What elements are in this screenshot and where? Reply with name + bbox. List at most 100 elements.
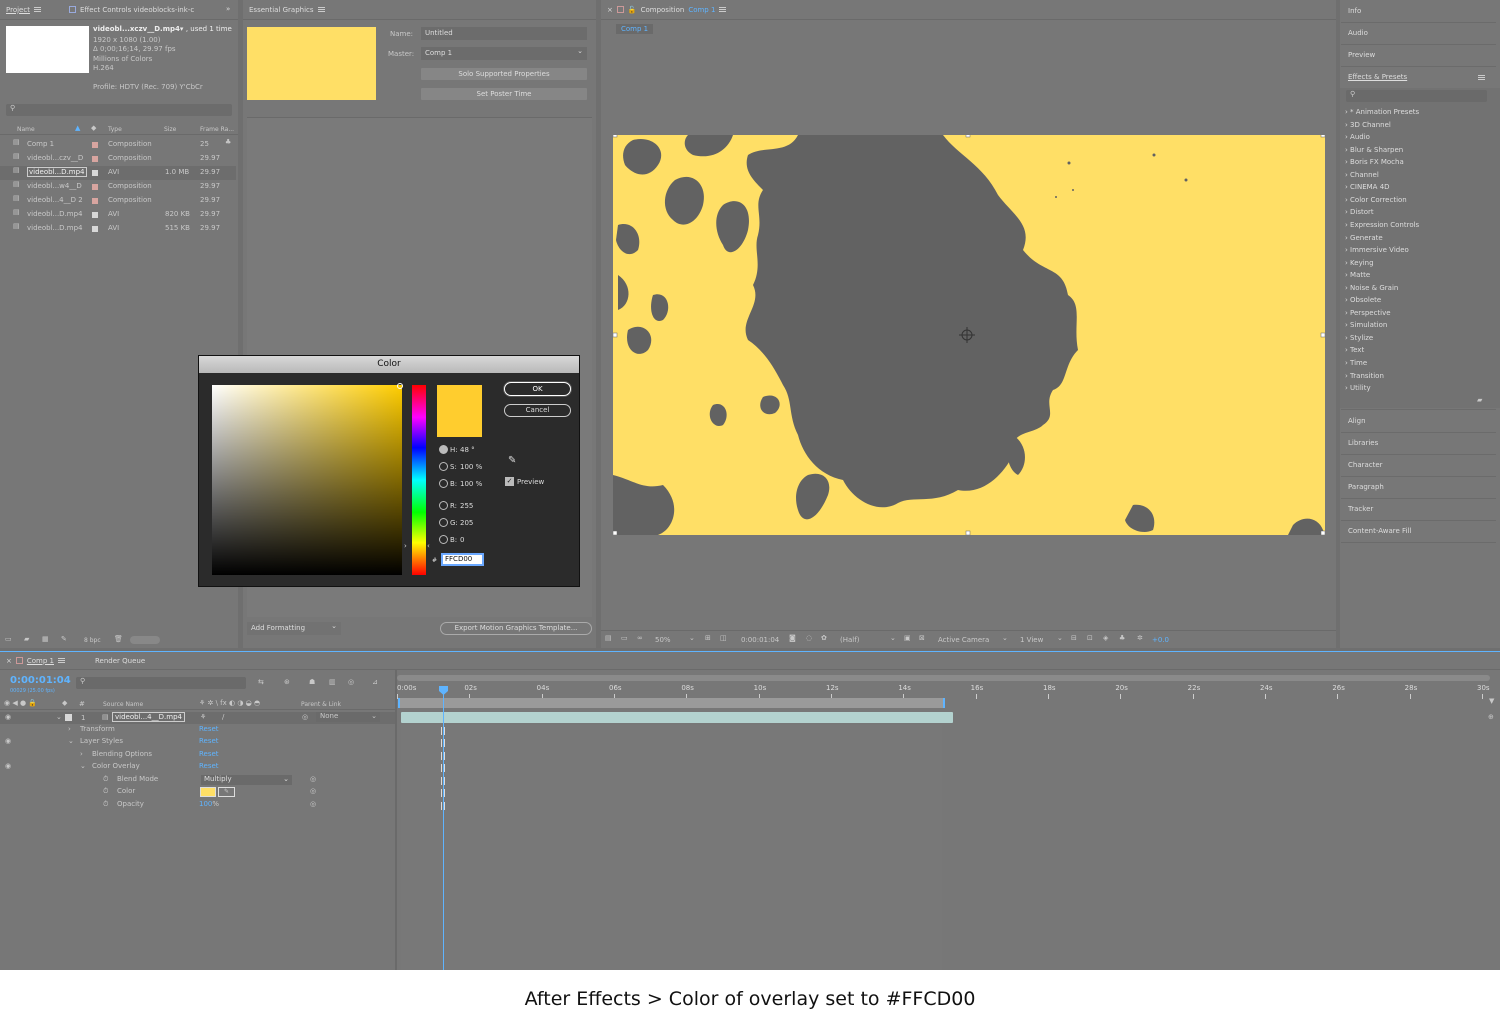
panel-effects-presets[interactable]: Effects & Presets	[1348, 73, 1407, 81]
flowchart-icon[interactable]: ♣	[225, 138, 231, 146]
lock-icon[interactable]: 🔓	[628, 6, 637, 14]
effects-category[interactable]: › Channel	[1345, 171, 1379, 179]
h-value[interactable]: 48 °	[460, 446, 475, 454]
label-swatch[interactable]	[92, 198, 98, 204]
expression-pickwhip-icon[interactable]: ◎	[310, 775, 316, 783]
interpret-footage-icon[interactable]: ▭	[5, 635, 12, 643]
stopwatch-icon[interactable]: ⏱	[103, 800, 108, 809]
reset-link[interactable]: Reset	[199, 737, 219, 745]
prop-transform[interactable]: › Transform Reset	[0, 725, 395, 737]
panel-menu-icon[interactable]	[317, 7, 325, 12]
prop-color[interactable]: ⏱ Color ✎ ◎	[0, 787, 395, 799]
prop-opacity[interactable]: ⏱ Opacity 100% ◎	[0, 800, 395, 812]
effects-category[interactable]: › Obsolete	[1345, 296, 1381, 304]
effects-category[interactable]: › Text	[1345, 346, 1364, 354]
col-fps[interactable]: Frame Ra...	[200, 126, 234, 133]
prop-layer-styles[interactable]: ◉ ⌄ Layer Styles Reset	[0, 737, 395, 749]
label-color-swatch[interactable]	[65, 714, 72, 721]
toggle-pixel-icon[interactable]: ⊟	[1071, 634, 1077, 642]
exposure-reset-icon[interactable]: ✲	[1137, 634, 1143, 642]
solo-supported-button[interactable]: Solo Supported Properties	[421, 68, 587, 80]
expression-pickwhip-icon[interactable]: ◎	[310, 787, 316, 795]
label-swatch[interactable]	[92, 184, 98, 190]
label-swatch[interactable]	[92, 226, 98, 232]
hue-arrow-right-icon[interactable]: ‹	[427, 542, 430, 550]
layer-name[interactable]: videobl...4__D.mp4	[112, 712, 185, 722]
eg-master-select[interactable]: Comp 1 ⌄	[421, 47, 587, 60]
s-value[interactable]: 100 %	[460, 463, 482, 471]
new-bin-icon[interactable]: ▰	[1477, 396, 1482, 404]
effects-category[interactable]: › Boris FX Mocha	[1345, 158, 1404, 166]
effects-category[interactable]: › Transition	[1345, 372, 1384, 380]
thumbnail-slider[interactable]	[130, 636, 160, 644]
transparency-grid-icon[interactable]: ⊠	[919, 634, 925, 642]
show-snapshot-icon[interactable]: ◌	[806, 634, 812, 642]
eg-name-input[interactable]: Untitled	[421, 27, 587, 40]
new-comp-icon[interactable]: ▦	[42, 635, 49, 643]
g-value[interactable]: 205	[460, 519, 473, 527]
col-source-name[interactable]: Source Name	[103, 701, 143, 708]
set-poster-time-button[interactable]: Set Poster Time	[421, 88, 587, 100]
panel-align[interactable]: Align	[1348, 417, 1366, 425]
frame-blending-icon[interactable]: ▥	[329, 678, 336, 686]
effects-category[interactable]: › Perspective	[1345, 309, 1391, 317]
project-item[interactable]: ▤ videobl...w4__D Composition 29.97	[0, 180, 236, 194]
resolution-select[interactable]: (Half)	[840, 636, 859, 644]
effects-category[interactable]: › Matte	[1345, 271, 1370, 279]
effects-category[interactable]: › Blur & Sharpen	[1345, 146, 1403, 154]
eyedropper-icon[interactable]: ✎	[508, 455, 516, 466]
blend-mode-select[interactable]: Multiply ⌄	[201, 775, 292, 785]
project-item[interactable]: ▤ videobl...4__D 2 Composition 29.97	[0, 194, 236, 208]
views-select[interactable]: 1 View	[1020, 636, 1043, 644]
radio-h[interactable]	[439, 445, 448, 454]
comp-mini-flowchart-icon[interactable]: ⇆	[258, 678, 264, 686]
col-size[interactable]: Size	[164, 126, 176, 133]
zoom-in-icon[interactable]: ▼	[1489, 697, 1494, 705]
project-item[interactable]: ▤ videobl...D.mp4 AVI 820 KB 29.97	[0, 208, 236, 222]
comp-timecode[interactable]: 0:00:01:04	[741, 636, 779, 644]
shy-switch-icon[interactable]: ⚘	[200, 713, 206, 721]
radio-s[interactable]	[439, 462, 448, 471]
radio-blue[interactable]	[439, 535, 448, 544]
project-item[interactable]: ▤ videobl...D.mp4 AVI 1.0 MB 29.97	[0, 166, 236, 180]
channel-icon[interactable]: ✿	[821, 634, 827, 642]
r-value[interactable]: 255	[460, 502, 473, 510]
tab-composition[interactable]: × 🔓 Composition Comp 1	[607, 6, 727, 14]
effects-category[interactable]: › Audio	[1345, 133, 1370, 141]
project-item[interactable]: ▤ videobl...D.mp4 AVI 515 KB 29.97	[0, 222, 236, 236]
new-folder-icon[interactable]: ▰	[24, 635, 29, 643]
panel-libraries[interactable]: Libraries	[1348, 439, 1378, 447]
radio-r[interactable]	[439, 501, 448, 510]
tab-effect-controls[interactable]: Effect Controls videoblocks-ink-c	[68, 6, 194, 14]
blue-value[interactable]: 0	[460, 536, 464, 544]
safe-zones-icon[interactable]: ⊞	[705, 634, 711, 642]
effects-search-input[interactable]: ⚲	[1346, 90, 1487, 102]
current-time-indicator-icon[interactable]: ⊕	[1488, 713, 1494, 721]
radio-g[interactable]	[439, 518, 448, 527]
always-preview-icon[interactable]: ▤	[605, 634, 612, 642]
expand-arrow-icon[interactable]: ⌄	[56, 713, 62, 721]
panel-paragraph[interactable]: Paragraph	[1348, 483, 1384, 491]
trash-icon[interactable]: 🗑	[114, 635, 123, 643]
bpc-label[interactable]: 8 bpc	[84, 637, 101, 644]
label-swatch[interactable]	[92, 170, 98, 176]
parent-select[interactable]: None ⌄	[316, 712, 380, 722]
panel-menu-icon[interactable]	[58, 658, 65, 663]
comp-breadcrumb[interactable]: Comp 1	[616, 24, 654, 34]
saturation-brightness-field[interactable]	[212, 385, 402, 575]
effects-category[interactable]: › Expression Controls	[1345, 221, 1419, 229]
graph-editor-icon[interactable]: ⊿	[372, 678, 378, 686]
prop-blend-mode[interactable]: ⏱ Blend Mode Multiply ⌄ ◎	[0, 775, 395, 787]
hue-slider[interactable]	[412, 385, 426, 575]
hex-input[interactable]: FFCD00	[441, 553, 484, 566]
project-item[interactable]: ▤ videobl...czv__D Composition 29.97	[0, 152, 236, 166]
work-area-bar[interactable]	[397, 675, 1490, 681]
expression-pickwhip-icon[interactable]: ◎	[310, 800, 316, 808]
panel-audio[interactable]: Audio	[1348, 29, 1368, 37]
effects-category[interactable]: › Utility	[1345, 384, 1371, 392]
effects-category[interactable]: › Immersive Video	[1345, 246, 1409, 254]
reset-link[interactable]: Reset	[199, 750, 219, 758]
monitor-icon[interactable]: ▭	[621, 634, 628, 642]
col-name[interactable]: Name	[17, 126, 35, 133]
effects-category[interactable]: › Stylize	[1345, 334, 1373, 342]
